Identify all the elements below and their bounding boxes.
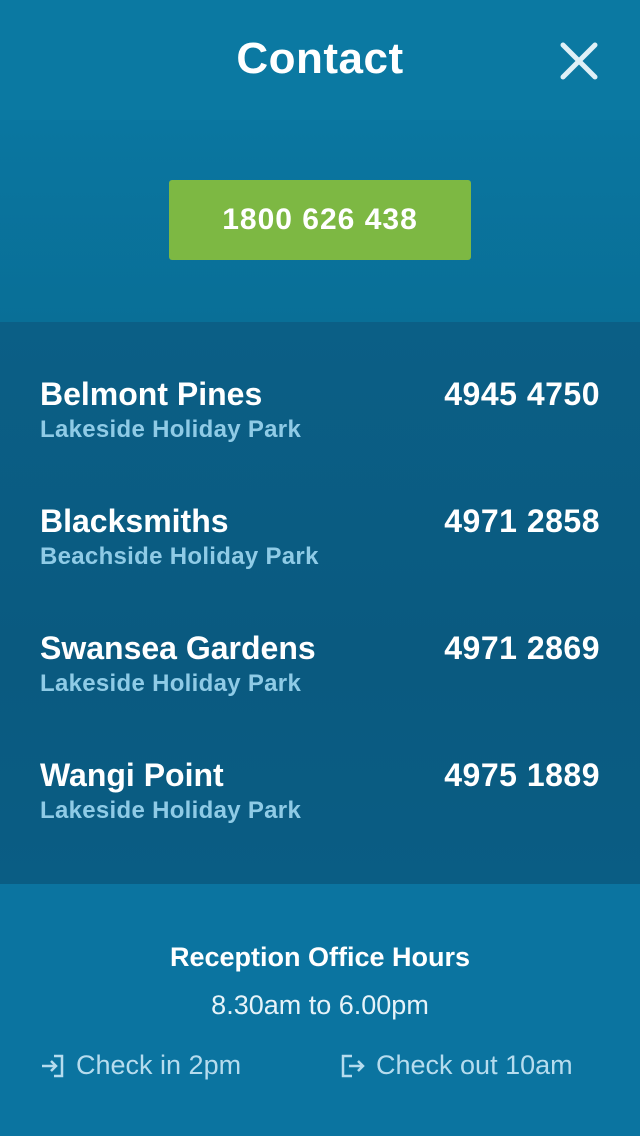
park-type: Lakeside Holiday Park bbox=[40, 797, 302, 824]
hours-title: Reception Office Hours bbox=[169, 942, 471, 972]
park-phone[interactable]: 4971 2858 bbox=[444, 503, 600, 540]
park-phone[interactable]: 4945 4750 bbox=[444, 376, 600, 413]
park-item-blacksmiths[interactable]: Blacksmiths Beachside Holiday Park 4971 … bbox=[40, 503, 600, 583]
park-name: Belmont Pines bbox=[40, 376, 263, 412]
park-type: Lakeside Holiday Park bbox=[40, 416, 302, 443]
hours-value: 8.30am to 6.00pm bbox=[211, 990, 429, 1020]
park-phone[interactable]: 4975 1889 bbox=[444, 757, 600, 794]
sign-out-icon bbox=[341, 1054, 365, 1077]
close-icon bbox=[560, 42, 598, 80]
close-button[interactable] bbox=[556, 38, 602, 84]
park-item-wangi-point[interactable]: Wangi Point Lakeside Holiday Park 4975 1… bbox=[40, 757, 600, 837]
park-type: Beachside Holiday Park bbox=[40, 543, 319, 570]
park-type: Lakeside Holiday Park bbox=[40, 670, 302, 697]
check-in-label: Check in 2pm bbox=[76, 1050, 242, 1080]
park-name: Wangi Point bbox=[40, 757, 224, 793]
park-name: Swansea Gardens bbox=[40, 630, 316, 666]
park-phone[interactable]: 4971 2869 bbox=[444, 630, 600, 667]
park-item-swansea-gardens[interactable]: Swansea Gardens Lakeside Holiday Park 49… bbox=[40, 630, 600, 710]
check-out-info: Check out 10am bbox=[340, 1050, 573, 1081]
check-in-info: Check in 2pm bbox=[40, 1050, 241, 1081]
park-name: Blacksmiths bbox=[40, 503, 229, 539]
check-out-label: Check out 10am bbox=[376, 1050, 573, 1080]
header-bar: Contact bbox=[0, 0, 640, 120]
call-main-number-button[interactable]: 1800 626 438 bbox=[169, 180, 471, 260]
parks-list: Belmont Pines Lakeside Holiday Park 4945… bbox=[0, 322, 640, 884]
sign-in-icon bbox=[42, 1054, 64, 1077]
park-item-belmont-pines[interactable]: Belmont Pines Lakeside Holiday Park 4945… bbox=[40, 376, 600, 456]
page-title: Contact bbox=[236, 34, 404, 83]
